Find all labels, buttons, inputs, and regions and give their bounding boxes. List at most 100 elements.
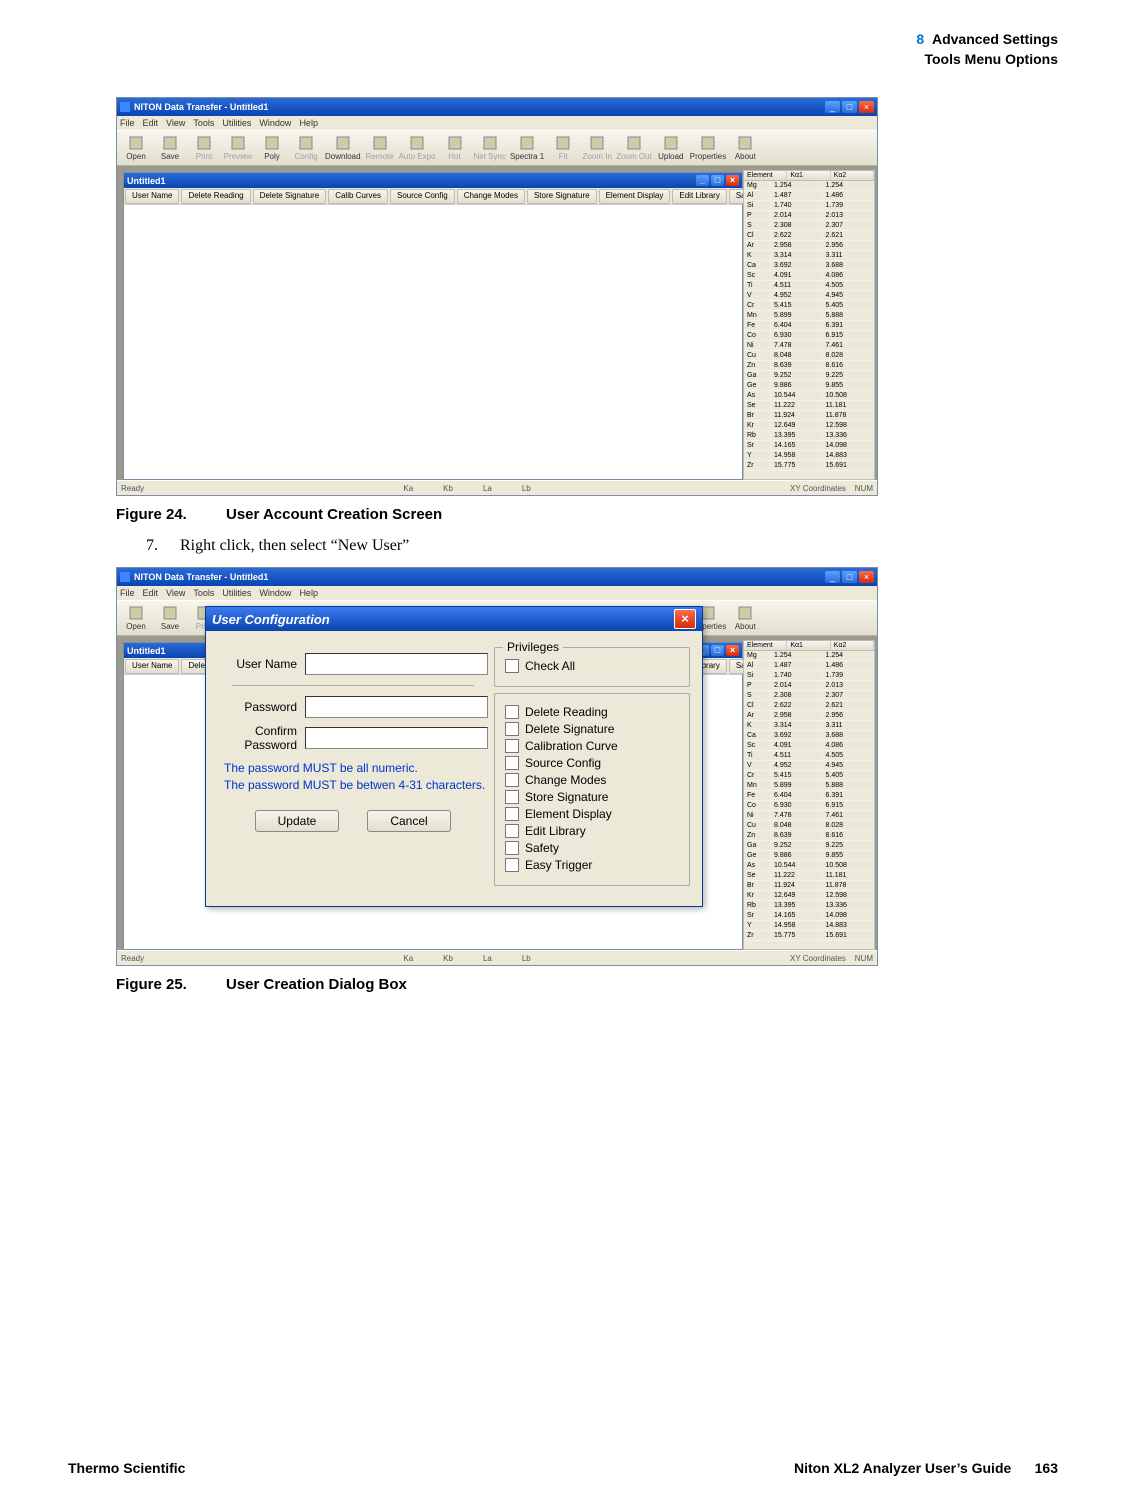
doc-close[interactable]: × xyxy=(726,645,739,656)
element-row[interactable]: Cu8.0488.028 xyxy=(744,351,874,361)
maximize-button[interactable]: □ xyxy=(842,101,857,113)
side-hdr[interactable]: Element xyxy=(744,641,787,650)
priv-store-signature[interactable]: Store Signature xyxy=(505,790,679,804)
side-hdr[interactable]: Kα1 xyxy=(787,641,830,650)
tb-poly[interactable]: Poly xyxy=(257,135,287,161)
close-button[interactable]: × xyxy=(859,571,874,583)
element-row[interactable]: P2.0142.013 xyxy=(744,211,874,221)
element-row[interactable]: Zr15.77515.691 xyxy=(744,461,874,471)
element-row[interactable]: Se11.22211.181 xyxy=(744,401,874,411)
menu-edit[interactable]: Edit xyxy=(143,588,159,598)
element-row[interactable]: As10.54410.508 xyxy=(744,391,874,401)
element-row[interactable]: Ar2.9582.956 xyxy=(744,711,874,721)
priv-delete-reading[interactable]: Delete Reading xyxy=(505,705,679,719)
update-button[interactable]: Update xyxy=(255,810,339,832)
col-calib-curves[interactable]: Calib Curves xyxy=(328,189,388,204)
element-row[interactable]: K3.3143.311 xyxy=(744,251,874,261)
priv-change-modes[interactable]: Change Modes xyxy=(505,773,679,787)
col-delete-signature[interactable]: Delete Signature xyxy=(253,189,327,204)
priv-source-config[interactable]: Source Config xyxy=(505,756,679,770)
element-row[interactable]: Ar2.9582.956 xyxy=(744,241,874,251)
element-row[interactable]: Sr14.16514.098 xyxy=(744,911,874,921)
menu-file[interactable]: File xyxy=(120,118,135,128)
element-row[interactable]: Fe6.4046.391 xyxy=(744,791,874,801)
element-row[interactable]: S2.3082.307 xyxy=(744,691,874,701)
priv-calibration-curve[interactable]: Calibration Curve xyxy=(505,739,679,753)
element-row[interactable]: Ga9.2529.225 xyxy=(744,841,874,851)
element-row[interactable]: Sc4.0914.086 xyxy=(744,741,874,751)
element-row[interactable]: Si1.7401.739 xyxy=(744,201,874,211)
app-titlebar-2[interactable]: NITON Data Transfer - Untitled1 _□× xyxy=(117,568,877,586)
tb-about[interactable]: About xyxy=(730,605,760,631)
col-store-signature[interactable]: Store Signature xyxy=(527,189,597,204)
menu-edit[interactable]: Edit xyxy=(143,118,159,128)
doc-minimize[interactable]: _ xyxy=(696,175,709,186)
column-bar[interactable]: User NameDelete ReadingDelete SignatureC… xyxy=(124,188,742,205)
element-row[interactable]: Br11.92411.878 xyxy=(744,881,874,891)
menu-view[interactable]: View xyxy=(166,118,185,128)
element-row[interactable]: V4.9524.945 xyxy=(744,291,874,301)
tb-properties[interactable]: Properties xyxy=(690,135,726,161)
element-row[interactable]: Cu8.0488.028 xyxy=(744,821,874,831)
element-row[interactable]: Sr14.16514.098 xyxy=(744,441,874,451)
element-row[interactable]: Mn5.8995.888 xyxy=(744,311,874,321)
element-row[interactable]: Ge9.8869.855 xyxy=(744,381,874,391)
element-row[interactable]: Ti4.5114.505 xyxy=(744,281,874,291)
menu-utilities[interactable]: Utilities xyxy=(222,588,251,598)
menu-help[interactable]: Help xyxy=(299,588,318,598)
tb-about[interactable]: About xyxy=(730,135,760,161)
element-row[interactable]: Cr5.4155.405 xyxy=(744,301,874,311)
element-row[interactable]: S2.3082.307 xyxy=(744,221,874,231)
menu-bar[interactable]: FileEditViewToolsUtilitiesWindowHelp xyxy=(117,586,877,600)
priv-element-display[interactable]: Element Display xyxy=(505,807,679,821)
col-change-modes[interactable]: Change Modes xyxy=(457,189,525,204)
app-titlebar[interactable]: NITON Data Transfer - Untitled1 _□× xyxy=(117,98,877,116)
priv-safety[interactable]: Safety xyxy=(505,841,679,855)
col-source-config[interactable]: Source Config xyxy=(390,189,455,204)
tb-upload[interactable]: Upload xyxy=(656,135,686,161)
element-row[interactable]: Mn5.8995.888 xyxy=(744,781,874,791)
element-row[interactable]: Ge9.8869.855 xyxy=(744,851,874,861)
element-row[interactable]: Br11.92411.878 xyxy=(744,411,874,421)
element-row[interactable]: Co6.9306.915 xyxy=(744,331,874,341)
side-hdr[interactable]: Kα2 xyxy=(831,641,874,650)
side-hdr[interactable]: Kα2 xyxy=(831,171,874,180)
element-row[interactable]: Al1.4871.486 xyxy=(744,661,874,671)
element-row[interactable]: Ni7.4787.461 xyxy=(744,341,874,351)
dialog-titlebar[interactable]: User Configuration × xyxy=(206,607,702,631)
side-hdr[interactable]: Element xyxy=(744,171,787,180)
element-row[interactable]: Kr12.64912.598 xyxy=(744,891,874,901)
tb-open[interactable]: Open xyxy=(121,135,151,161)
element-row[interactable]: Cl2.6222.621 xyxy=(744,231,874,241)
priv-edit-library[interactable]: Edit Library xyxy=(505,824,679,838)
confirm-password-input[interactable] xyxy=(305,727,488,749)
element-row[interactable]: K3.3143.311 xyxy=(744,721,874,731)
element-row[interactable]: Ca3.6923.688 xyxy=(744,261,874,271)
minimize-button[interactable]: _ xyxy=(825,101,840,113)
menu-help[interactable]: Help xyxy=(299,118,318,128)
password-input[interactable] xyxy=(305,696,488,718)
element-row[interactable]: P2.0142.013 xyxy=(744,681,874,691)
priv-delete-signature[interactable]: Delete Signature xyxy=(505,722,679,736)
menu-file[interactable]: File xyxy=(120,588,135,598)
element-row[interactable]: Y14.95814.883 xyxy=(744,921,874,931)
col-element-display[interactable]: Element Display xyxy=(599,189,671,204)
tb-download[interactable]: Download xyxy=(325,135,361,161)
menu-tools[interactable]: Tools xyxy=(193,588,214,598)
col-user-name[interactable]: User Name xyxy=(125,659,179,674)
maximize-button[interactable]: □ xyxy=(842,571,857,583)
tb-spectra-1[interactable]: Spectra 1 xyxy=(510,135,544,161)
col-user-name[interactable]: User Name xyxy=(125,189,179,204)
col-delete-reading[interactable]: Delete Reading xyxy=(181,189,250,204)
col-edit-library[interactable]: Edit Library xyxy=(672,189,726,204)
tb-save[interactable]: Save xyxy=(155,605,185,631)
element-row[interactable]: Mg1.2541.254 xyxy=(744,651,874,661)
doc-close[interactable]: × xyxy=(726,175,739,186)
close-button[interactable]: × xyxy=(859,101,874,113)
tb-open[interactable]: Open xyxy=(121,605,151,631)
menu-window[interactable]: Window xyxy=(259,588,291,598)
dialog-close-button[interactable]: × xyxy=(674,609,696,629)
menu-tools[interactable]: Tools xyxy=(193,118,214,128)
doc-maximize[interactable]: □ xyxy=(711,645,724,656)
element-row[interactable]: Ti4.5114.505 xyxy=(744,751,874,761)
